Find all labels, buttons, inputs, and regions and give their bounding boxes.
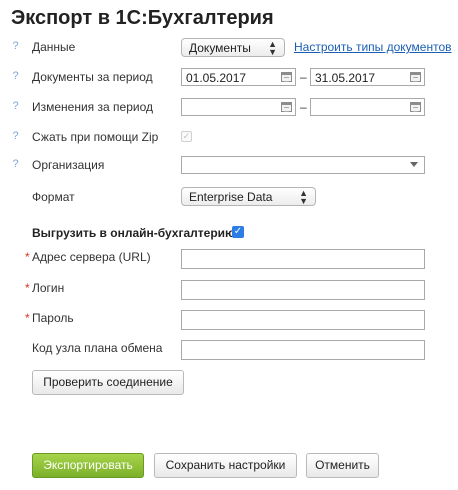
doc-period-label: Документы за период xyxy=(32,70,153,84)
export-button[interactable]: Экспортировать xyxy=(32,453,144,478)
chevron-down-icon[interactable] xyxy=(410,162,418,167)
zip-label: Сжать при помощи Zip xyxy=(32,130,159,144)
doc-period-from-field[interactable]: 01.05.2017 xyxy=(181,68,296,86)
node-code-label: Код узла плана обмена xyxy=(32,341,163,355)
changes-period-to-field[interactable] xyxy=(310,98,425,116)
updown-arrow-icon: ▲ ▼ xyxy=(268,39,277,57)
required-mark: * xyxy=(25,311,30,325)
doc-period-to-field[interactable]: 31.05.2017 xyxy=(310,68,425,86)
period-dash: – xyxy=(300,100,307,114)
server-url-field[interactable] xyxy=(181,249,425,269)
format-select[interactable]: Enterprise Data ▲ ▼ xyxy=(181,187,316,206)
help-icon[interactable]: ? xyxy=(10,70,21,82)
doc-period-to-value: 31.05.2017 xyxy=(315,71,376,85)
node-code-field[interactable] xyxy=(181,340,425,360)
data-label: Данные xyxy=(32,40,76,54)
changes-period-from-field[interactable] xyxy=(181,98,296,116)
cancel-button[interactable]: Отменить xyxy=(306,453,379,478)
org-label: Организация xyxy=(32,158,105,172)
help-icon[interactable]: ? xyxy=(10,158,21,170)
changes-period-label: Изменения за период xyxy=(32,100,153,114)
page-title: Экспорт в 1С:Бухгалтерия xyxy=(11,7,274,29)
help-icon[interactable]: ? xyxy=(10,130,21,142)
check-connection-button[interactable]: Проверить соединение xyxy=(32,370,184,395)
calendar-icon[interactable] xyxy=(281,102,292,112)
password-label: Пароль xyxy=(32,311,74,325)
calendar-icon[interactable] xyxy=(410,102,421,112)
server-url-label: Адрес сервера (URL) xyxy=(32,250,151,264)
format-label: Формат xyxy=(32,190,75,204)
format-value: Enterprise Data xyxy=(189,190,273,204)
login-label: Логин xyxy=(32,281,65,295)
configure-doc-types-link[interactable]: Настроить типы документов xyxy=(294,40,452,54)
help-icon[interactable]: ? xyxy=(10,40,21,52)
password-field[interactable] xyxy=(181,310,425,330)
calendar-icon[interactable] xyxy=(410,72,421,82)
online-export-label: Выгрузить в онлайн-бухгалтерию xyxy=(32,226,236,240)
online-export-checkbox[interactable]: ✓ xyxy=(232,226,244,238)
data-type-select[interactable]: Документы ▲ ▼ xyxy=(181,38,285,57)
doc-period-from-value: 01.05.2017 xyxy=(186,71,247,85)
help-icon[interactable]: ? xyxy=(10,100,21,112)
period-dash: – xyxy=(300,70,307,84)
login-field[interactable] xyxy=(181,280,425,300)
save-settings-button[interactable]: Сохранить настройки xyxy=(154,453,297,478)
updown-arrow-icon: ▲ ▼ xyxy=(299,188,308,206)
zip-checkbox[interactable]: ✓ xyxy=(181,131,192,142)
org-combobox[interactable] xyxy=(181,156,425,174)
required-mark: * xyxy=(25,250,30,264)
required-mark: * xyxy=(25,281,30,295)
data-type-value: Документы xyxy=(189,41,251,55)
calendar-icon[interactable] xyxy=(281,72,292,82)
